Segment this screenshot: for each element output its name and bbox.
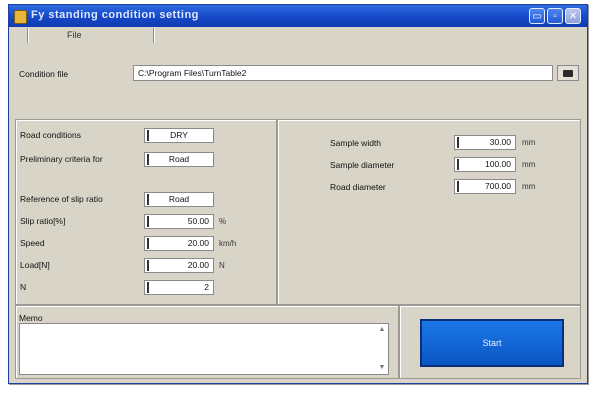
road-diameter-label: Road diameter xyxy=(330,182,386,192)
road-conditions-label: Road conditions xyxy=(20,130,81,140)
sample-diameter-unit: mm xyxy=(522,160,536,169)
slip-ratio-label: Slip ratio[%] xyxy=(20,216,66,226)
sample-width-label: Sample width xyxy=(330,138,382,148)
reference-slip-ratio-label: Reference of slip ratio xyxy=(20,194,103,204)
start-button[interactable]: Start xyxy=(420,319,564,367)
sample-settings-panel: Sample width 30.00 mm Sample diameter 10… xyxy=(277,119,581,305)
condition-file-label: Condition file xyxy=(19,69,69,79)
slip-ratio-unit: % xyxy=(219,217,227,226)
speed-label: Speed xyxy=(20,238,45,248)
reference-slip-ratio-select[interactable]: Road xyxy=(144,192,214,207)
road-diameter-unit: mm xyxy=(522,182,536,191)
maximize-button[interactable]: ▫ xyxy=(547,8,563,24)
measurement-settings-panel: Road conditions DRY Preliminary criteria… xyxy=(15,119,277,305)
app-icon xyxy=(14,10,27,24)
preliminary-criteria-select[interactable]: Road xyxy=(144,152,214,167)
load-input[interactable]: 20.00 xyxy=(144,258,214,273)
road-diameter-input[interactable]: 700.00 xyxy=(454,179,516,194)
folder-icon xyxy=(563,70,573,77)
speed-unit: km/h xyxy=(219,239,237,248)
load-unit: N xyxy=(219,261,225,270)
menu-separator xyxy=(27,28,29,43)
n-label: N xyxy=(20,282,27,292)
road-conditions-select[interactable]: DRY xyxy=(144,128,214,143)
sample-width-input[interactable]: 30.00 xyxy=(454,135,516,150)
n-input[interactable]: 2 xyxy=(144,280,214,295)
close-button[interactable]: ✕ xyxy=(565,8,581,24)
condition-file-path-field[interactable]: C:\Program Files\TurnTable2 xyxy=(133,65,553,81)
memo-textarea[interactable]: ▲ ▼ xyxy=(19,323,389,375)
slip-ratio-input[interactable]: 50.00 xyxy=(144,214,214,229)
sample-diameter-label: Sample diameter xyxy=(330,160,395,170)
menu-separator xyxy=(153,28,155,43)
sample-diameter-input[interactable]: 100.00 xyxy=(454,157,516,172)
title-bar[interactable]: Fy standing condition setting ▭ ▫ ✕ xyxy=(9,5,587,27)
window-title: Fy standing condition setting xyxy=(31,9,199,21)
load-label: Load[N] xyxy=(20,260,50,270)
speed-input[interactable]: 20.00 xyxy=(144,236,214,251)
preliminary-criteria-label: Preliminary criteria for xyxy=(20,154,103,164)
browse-button[interactable] xyxy=(557,65,579,81)
sample-width-unit: mm xyxy=(522,138,536,147)
scroll-down-arrow-icon[interactable]: ▼ xyxy=(378,364,386,372)
menu-file[interactable]: File xyxy=(67,30,82,40)
scroll-up-arrow-icon[interactable]: ▲ xyxy=(378,326,386,334)
minimize-button[interactable]: ▭ xyxy=(529,8,545,24)
memo-label: Memo xyxy=(19,313,43,323)
settings-window: Fy standing condition setting ▭ ▫ ✕ File… xyxy=(8,4,588,384)
menu-bar: File xyxy=(9,27,587,45)
